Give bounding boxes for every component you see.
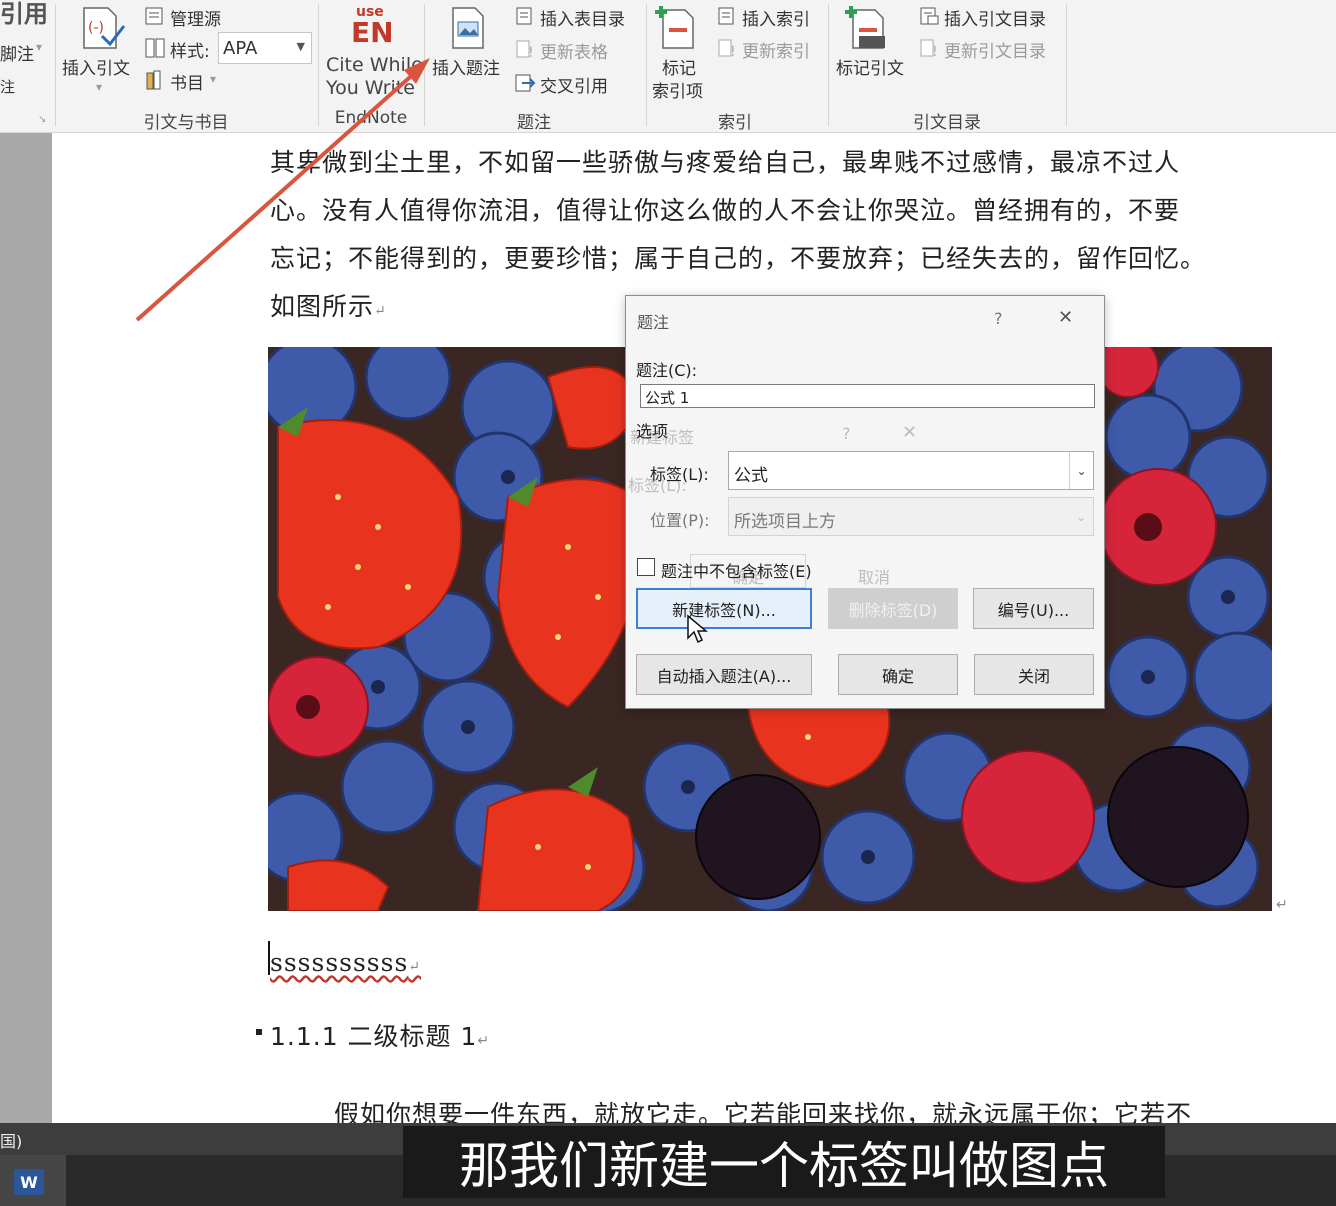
ghost-cancel-label: 取消 <box>858 568 891 587</box>
label-dropdown[interactable]: 公式 ⌄ <box>728 451 1094 490</box>
numbering-button[interactable]: 编号(U)... <box>973 588 1094 629</box>
ghost-close-icon: ✕ <box>902 422 918 443</box>
video-subtitle: 那我们新建一个标签叫做图点 <box>403 1126 1165 1198</box>
word-app-icon[interactable]: W <box>14 1169 44 1195</box>
caption-label: 题注(C): <box>636 361 698 380</box>
position-dropdown[interactable]: 所选项目上方 ⌄ <box>728 497 1094 536</box>
caption-dialog: 题注 ? ✕ 新建标签 ? ✕ 标签(L): 确定 取消 题注(C): 公式 1… <box>625 295 1105 709</box>
exclude-label-text: 题注中不包含标签(E) <box>661 562 812 581</box>
chevron-down-icon[interactable]: ⌄ <box>1069 452 1093 489</box>
close-button[interactable]: 关闭 <box>974 654 1094 695</box>
delete-label-button[interactable]: 删除标签(D) <box>828 588 958 629</box>
new-label-button[interactable]: 新建标签(N)... <box>636 588 812 629</box>
language-indicator[interactable]: 国) <box>0 1128 22 1152</box>
label-label: 标签(L): <box>650 465 709 484</box>
ok-button[interactable]: 确定 <box>838 654 958 695</box>
exclude-label-checkbox[interactable] <box>637 558 655 576</box>
position-dropdown-value: 所选项目上方 <box>734 512 836 532</box>
help-icon[interactable]: ? <box>994 309 1003 328</box>
close-icon[interactable]: ✕ <box>1058 307 1073 328</box>
ghost-help-icon: ? <box>842 424 851 443</box>
taskbar-word-slot[interactable]: W <box>0 1155 66 1206</box>
options-label: 选项 <box>636 422 669 441</box>
label-dropdown-value: 公式 <box>734 466 768 486</box>
dialog-title: 题注 <box>637 313 670 332</box>
mouse-pointer-icon <box>687 614 708 644</box>
auto-caption-button[interactable]: 自动插入题注(A)... <box>636 654 812 695</box>
chevron-down-icon[interactable]: ⌄ <box>1069 498 1093 535</box>
caption-input-value: 公式 1 <box>645 389 690 407</box>
position-label: 位置(P): <box>650 511 710 530</box>
caption-input[interactable]: 公式 1 <box>640 384 1095 408</box>
